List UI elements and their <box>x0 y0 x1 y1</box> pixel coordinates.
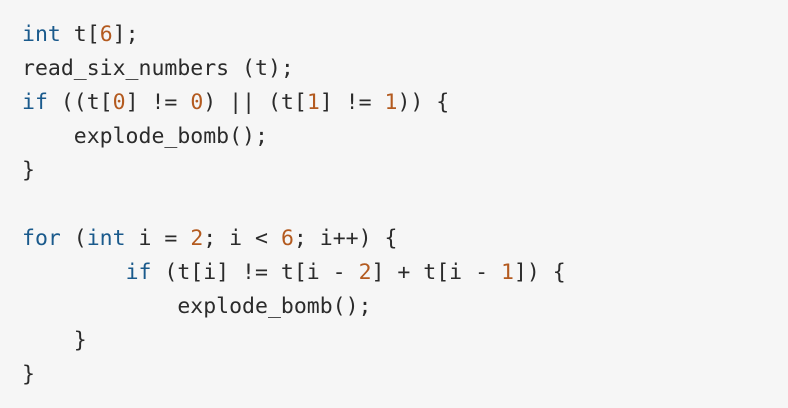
code-token: explode_bomb(); <box>22 124 268 149</box>
code-token: } <box>22 328 87 353</box>
code-line-4: explode_bomb(); <box>22 120 566 154</box>
code-line-11: } <box>22 358 566 392</box>
code-token: explode_bomb(); <box>22 294 372 319</box>
code-line-7: for (int i = 2; i < 6; i++) { <box>22 222 566 256</box>
code-line-8: if (t[i] != t[i - 2] + t[i - 1]) { <box>22 256 566 290</box>
code-line-9: explode_bomb(); <box>22 290 566 324</box>
code-line-5: } <box>22 154 566 188</box>
number-token: 2 <box>358 260 372 285</box>
code-token: ) || (t[ <box>203 90 307 115</box>
code-token: ( <box>60 226 87 251</box>
code-block: int t[6]; read_six_numbers (t); if ((t[0] … <box>0 0 788 408</box>
code-token: ] != <box>319 90 385 115</box>
keyword-token: for <box>22 226 61 251</box>
code-token: ; i < <box>203 226 281 251</box>
number-token: 1 <box>500 260 514 285</box>
keyword-token: int <box>22 22 61 47</box>
keyword-token: if <box>22 90 48 115</box>
keyword-token: if <box>125 260 152 285</box>
code-line-2: read_six_numbers (t); <box>22 52 566 86</box>
keyword-token: int <box>86 226 126 251</box>
number-token: 0 <box>112 90 126 115</box>
number-token: 6 <box>99 22 113 47</box>
code-token: ]) { <box>513 260 566 285</box>
code-token: (t[i] != t[i - <box>151 260 359 285</box>
number-token: 0 <box>190 90 204 115</box>
code-token: t[ <box>60 22 100 47</box>
code-token: ] + t[i - <box>371 260 501 285</box>
code-token: ]; <box>112 22 139 47</box>
code-token: ] != <box>125 90 191 115</box>
code-line-1: int t[6]; <box>22 18 566 52</box>
code-line-10: } <box>22 324 566 358</box>
code-token: ((t[ <box>47 90 113 115</box>
number-token: 1 <box>306 90 320 115</box>
code-token: } <box>22 158 35 183</box>
number-token: 1 <box>384 90 398 115</box>
code-token: read_six_numbers (t); <box>22 56 294 81</box>
number-token: 6 <box>280 226 294 251</box>
code-line-3: if ((t[0] != 0) || (t[1] != 1)) { <box>22 86 566 120</box>
number-token: 2 <box>190 226 204 251</box>
code-token: i = <box>125 226 191 251</box>
code-listing: int t[6]; read_six_numbers (t); if ((t[0] … <box>22 18 566 392</box>
code-token: )) { <box>397 90 450 115</box>
code-token: ; i++) { <box>293 226 398 251</box>
code-token: } <box>22 362 35 387</box>
